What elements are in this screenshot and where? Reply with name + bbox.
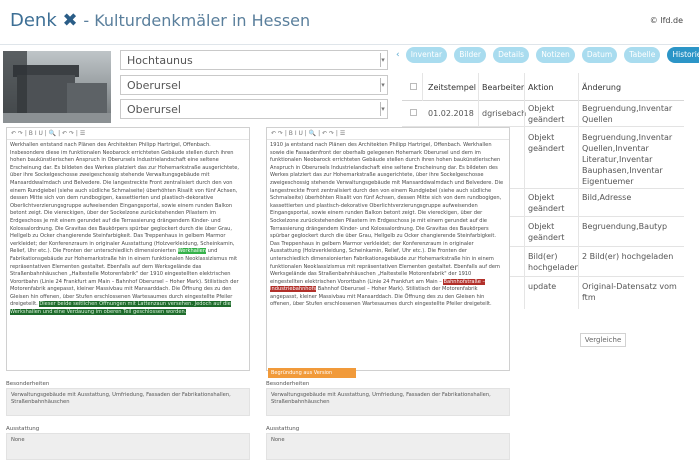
tab-details[interactable]: Details [493, 47, 530, 63]
chevron-down-icon: ▾ [380, 53, 385, 67]
field-label-ausstattung: Ausstattung [6, 426, 40, 432]
chevron-down-icon: ▾ [380, 78, 385, 92]
field-label-ausstattung: Ausstattung [266, 426, 300, 432]
column-header-date[interactable]: Zeitstempel [428, 82, 476, 93]
field-ausstattung-left[interactable]: None [6, 433, 250, 460]
highlight-insertion: Werkhallen [177, 248, 207, 255]
municipality-select-value: Oberursel [127, 79, 181, 92]
field-label-besonderheiten: Besonderheiten [266, 381, 310, 387]
tab-inventar[interactable]: Inventar [405, 47, 448, 63]
district-select[interactable]: Hochtaunus ▾ [120, 50, 388, 70]
text-segment: 1910 ja entstand nach Plänen des Archite… [270, 142, 504, 285]
tab-historie[interactable]: Historie [667, 47, 699, 63]
header-select-checkbox[interactable] [410, 82, 420, 93]
field-besonderheiten-right[interactable]: Verwaltungsgebäude mit Ausstattung, Umfr… [266, 388, 510, 416]
row-change: Begruendung,Bautyp [582, 222, 668, 231]
row-action: Objekt geändert [528, 104, 565, 124]
history-table-header: Zeitstempel Bearbeiter Aktion Änderung [402, 73, 684, 101]
header-divider [0, 44, 699, 45]
column-divider [478, 73, 479, 127]
field-besonderheiten-left[interactable]: Verwaltungsgebäude mit Ausstattung, Umfr… [6, 388, 250, 416]
app-title[interactable]: Denk ✖ - Kulturdenkmäler in Hessen [10, 10, 310, 31]
row-action: Bild(er) hochgeladen [528, 252, 580, 272]
table-row[interactable]: 01.02.2018 dgrisebach Objekt geändert Be… [402, 101, 684, 127]
editor-right[interactable]: ↶ ↷ | B I U | 🔍 | ↶ ↷ | ☰ 1910 ja entsta… [266, 127, 510, 371]
tab-datum[interactable]: Datum [581, 47, 618, 63]
row-change: Original-Datensatz vom ftm [582, 282, 677, 302]
row-change: Begruendung,Inventar Quellen,Inventar Li… [582, 133, 673, 186]
column-divider [422, 73, 423, 101]
column-divider [578, 73, 579, 309]
copyright-text: © lfd.de [649, 16, 683, 25]
editor-toolbar[interactable]: ↶ ↷ | B I U | 🔍 | ↶ ↷ | ☰ [7, 128, 249, 140]
chevron-down-icon: ▾ [380, 102, 385, 116]
tab-tabelle[interactable]: Tabelle [624, 47, 661, 63]
row-change: 2 Bild(er) hochgeladen [582, 252, 674, 261]
district-select-value: Hochtaunus [127, 54, 193, 67]
editor-toolbar[interactable]: ↶ ↷ | B I U | 🔍 | ↶ ↷ | ☰ [267, 128, 509, 140]
column-header-action[interactable]: Aktion [528, 82, 574, 93]
monument-photo[interactable] [3, 51, 111, 123]
editor-right-text[interactable]: 1910 ja entstand nach Plänen des Archite… [267, 140, 509, 370]
text-segment: Werkhallen entstand nach Plänen des Arch… [10, 142, 239, 255]
brand-x-icon: ✖ [62, 10, 78, 31]
editor-left[interactable]: ↶ ↷ | B I U | 🔍 | ↶ ↷ | ☰ Werkhallen ent… [6, 127, 250, 371]
highlight-insertion: Dieser beide seitlichen Öffnungen mit La… [10, 301, 231, 316]
row-action: update [528, 282, 557, 291]
tab-bilder[interactable]: Bilder [454, 47, 486, 63]
field-label-besonderheiten: Besonderheiten [6, 381, 50, 387]
row-action: Objekt geändert [528, 222, 565, 242]
tab-bar: ‹ Inventar Bilder Details Notizen Datum … [396, 47, 699, 63]
row-action: Objekt geändert [528, 133, 565, 153]
row-action: Objekt geändert [528, 193, 565, 213]
locality-select[interactable]: Oberursel ▾ [120, 99, 388, 119]
header: Denk ✖ - Kulturdenkmäler in Hessen © lfd… [0, 0, 699, 46]
municipality-select[interactable]: Oberursel ▾ [120, 75, 388, 95]
row-change: Begruendung,Inventar Quellen [582, 104, 673, 124]
app-subtitle: - Kulturdenkmäler in Hessen [83, 11, 311, 30]
locality-select-value: Oberursel [127, 103, 181, 116]
compare-button[interactable]: Vergleiche [580, 333, 626, 347]
restore-button[interactable]: Begründung aus Version wiederherstellen [268, 368, 356, 386]
photo-building-wing [67, 83, 107, 115]
text-segment: und Fabrikationsgebäude zur Hohemarkstra… [10, 248, 239, 308]
column-divider [524, 73, 525, 309]
tab-prev-icon[interactable]: ‹ [396, 47, 400, 63]
row-checkbox[interactable] [410, 108, 420, 119]
photo-ground [3, 113, 111, 123]
brand-name: Denk [10, 10, 57, 31]
editor-left-text[interactable]: Werkhallen entstand nach Plänen des Arch… [7, 140, 249, 370]
row-user: dgrisebach [482, 109, 527, 118]
tab-notizen[interactable]: Notizen [536, 47, 575, 63]
row-date: 01.02.2018 [428, 109, 474, 118]
column-header-user[interactable]: Bearbeiter [482, 82, 524, 93]
field-ausstattung-right[interactable]: None [266, 433, 510, 460]
column-header-change[interactable]: Änderung [582, 82, 682, 93]
row-change: Bild,Adresse [582, 193, 632, 202]
